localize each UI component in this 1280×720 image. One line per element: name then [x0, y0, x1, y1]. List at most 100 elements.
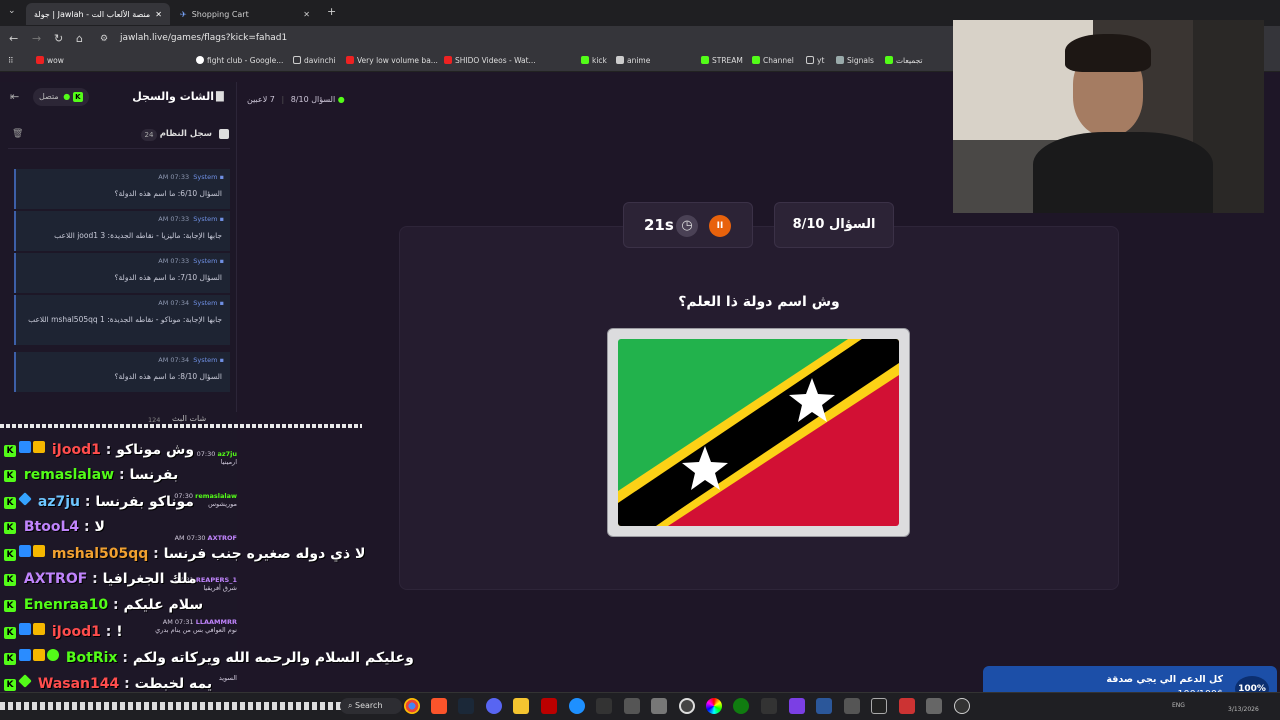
- search-icon: ⌕: [348, 701, 353, 710]
- chat-line: K remaslalaw : بفرنسا: [4, 467, 178, 483]
- reload-icon[interactable]: ↻: [54, 32, 63, 45]
- tab-shopping-cart[interactable]: ✈ Shopping Cart ✕: [172, 3, 318, 25]
- forward-icon[interactable]: →: [32, 32, 41, 45]
- bookmark-channel[interactable]: Channel: [752, 56, 794, 65]
- home-icon[interactable]: ⌂: [76, 32, 83, 45]
- app-icon[interactable]: [899, 698, 915, 714]
- bookmark-anime[interactable]: anime: [616, 56, 650, 65]
- app-icon[interactable]: [761, 698, 777, 714]
- app-icon[interactable]: [651, 698, 667, 714]
- app-icon[interactable]: [844, 698, 860, 714]
- log-icon: [219, 129, 229, 139]
- collapse-sidebar-icon[interactable]: ⇤: [10, 90, 19, 103]
- obs-icon[interactable]: [679, 698, 695, 714]
- kick-icon: K: [4, 522, 16, 534]
- side-chat-message: AM 07:30 AXTROF: [174, 534, 237, 542]
- chat-line: K iJood1 : وش موناكو: [4, 441, 194, 458]
- bot-icon: ▪: [219, 356, 224, 364]
- close-icon[interactable]: ✕: [303, 10, 310, 19]
- chat-bubble-icon: ▇: [216, 91, 224, 102]
- taskbar-search[interactable]: ⌕ Search: [340, 698, 402, 714]
- steam-icon[interactable]: [458, 698, 474, 714]
- pause-button[interactable]: II: [709, 215, 731, 237]
- app-icon[interactable]: [789, 698, 805, 714]
- game-status-bar: السؤال 8/10 | 7 لاعبين ●: [247, 95, 345, 104]
- apps-icon[interactable]: ⠿: [8, 56, 14, 65]
- bookmark-yt[interactable]: yt: [806, 56, 824, 65]
- tab-list-icon[interactable]: ⌄: [8, 6, 16, 16]
- app-icon[interactable]: [596, 698, 612, 714]
- side-chat-message: 07:30 az7ju ارمينيا: [196, 450, 237, 466]
- chat-line: K Wasan144 : يمه لخبطت: [4, 674, 212, 692]
- sidebar-title: الشات والسجل: [132, 90, 214, 103]
- chat-line: K mshal505qq : لا ذي دوله صغيره جنب فرنس…: [4, 545, 365, 562]
- flag-image: [618, 339, 899, 526]
- language-indicator[interactable]: ENG: [1172, 702, 1185, 709]
- app-icon[interactable]: [624, 698, 640, 714]
- app-icon[interactable]: [541, 698, 557, 714]
- brave-icon[interactable]: [431, 698, 447, 714]
- timer-value: 21s: [644, 216, 674, 234]
- chat-section-title: شات البث: [172, 414, 207, 423]
- question-text: وش اسم دولة ذا العلم؟: [678, 294, 840, 310]
- timer-panel: 21s ◷ II: [623, 202, 753, 248]
- bot-icon: ▪: [219, 215, 224, 223]
- vip-badge-icon: [19, 649, 31, 661]
- overlay-dotted-rule: [0, 424, 362, 428]
- xbox-icon[interactable]: [733, 698, 749, 714]
- app-icon[interactable]: [871, 698, 887, 714]
- log-section-title: سجل النظام: [159, 129, 212, 139]
- color-app-icon[interactable]: [706, 698, 722, 714]
- discord-icon[interactable]: [486, 698, 502, 714]
- kick-icon: K: [4, 600, 16, 612]
- vip-badge-icon: [19, 441, 31, 453]
- kick-icon: K: [4, 470, 16, 482]
- log-count-badge: 24: [141, 129, 157, 141]
- chrome-icon[interactable]: [404, 698, 420, 714]
- bookmark-stream[interactable]: STREAM: [701, 56, 743, 65]
- bookmark-wow[interactable]: wow: [36, 56, 64, 65]
- kick-icon: K: [72, 92, 83, 102]
- app-icon[interactable]: [926, 698, 942, 714]
- vip-badge-icon: [19, 545, 31, 557]
- gem-badge-icon: [18, 674, 32, 688]
- divider: [8, 148, 230, 149]
- bookmark-kick[interactable]: kick: [581, 56, 607, 65]
- side-chat-message: السويد: [218, 674, 237, 682]
- taskbar-date[interactable]: 3/13/2026: [1228, 706, 1259, 713]
- chat-line: K iJood1 : !: [4, 623, 123, 640]
- bookmark-fight-club[interactable]: fight club - Google...: [196, 56, 283, 65]
- bot-icon: ▪: [219, 257, 224, 265]
- tab-jawlah[interactable]: جولة | Jawlah - منصة الألعاب الت... ✕: [26, 3, 170, 25]
- chat-line: K Enenraa10 : سلام عليكم: [4, 597, 203, 613]
- bookmark-signals[interactable]: Signals: [836, 56, 874, 65]
- close-icon[interactable]: ✕: [155, 10, 162, 19]
- app-icon[interactable]: [954, 698, 970, 714]
- log-entry: AM 07:33 System ▪ السؤال 6/10: ما اسم هذ…: [14, 169, 230, 209]
- kick-icon: K: [4, 445, 16, 457]
- kick-icon: K: [4, 679, 16, 691]
- online-dot-icon: ●: [337, 95, 345, 104]
- bookmark-shido[interactable]: SHIDO Videos - Wat...: [444, 56, 536, 65]
- crown-badge-icon: [33, 649, 45, 661]
- log-entry: AM 07:34 System ▪ اللاعب mshal505qq جابه…: [14, 295, 230, 345]
- app-icon[interactable]: [816, 698, 832, 714]
- bot-icon: ▪: [219, 173, 224, 181]
- folder-icon[interactable]: [513, 698, 529, 714]
- bookmark-collections[interactable]: تجميعات: [885, 56, 923, 65]
- clock-icon: ◷: [676, 215, 698, 237]
- log-entry: AM 07:33 System ▪ السؤال 7/10: ما اسم هذ…: [14, 253, 230, 293]
- side-chat-message: AM 07:31 LLAAMMRR نوم العوافي بس من ينام …: [155, 618, 237, 634]
- app-icon[interactable]: [569, 698, 585, 714]
- trash-icon[interactable]: 🗑: [12, 129, 23, 139]
- bookmark-low-volume[interactable]: Very low volume ba...: [346, 56, 438, 65]
- gem-badge-icon: [18, 492, 32, 506]
- new-tab-icon[interactable]: +: [327, 5, 336, 18]
- url-field[interactable]: jawlah.live/games/flags?kick=fahad1: [120, 33, 287, 43]
- site-info-icon[interactable]: ⚙: [100, 34, 108, 44]
- back-icon[interactable]: ←: [9, 32, 18, 45]
- crown-badge-icon: [33, 545, 45, 557]
- verified-badge-icon: [47, 649, 59, 661]
- kick-icon: K: [4, 627, 16, 639]
- bookmark-davinchi[interactable]: davinchi: [293, 56, 336, 65]
